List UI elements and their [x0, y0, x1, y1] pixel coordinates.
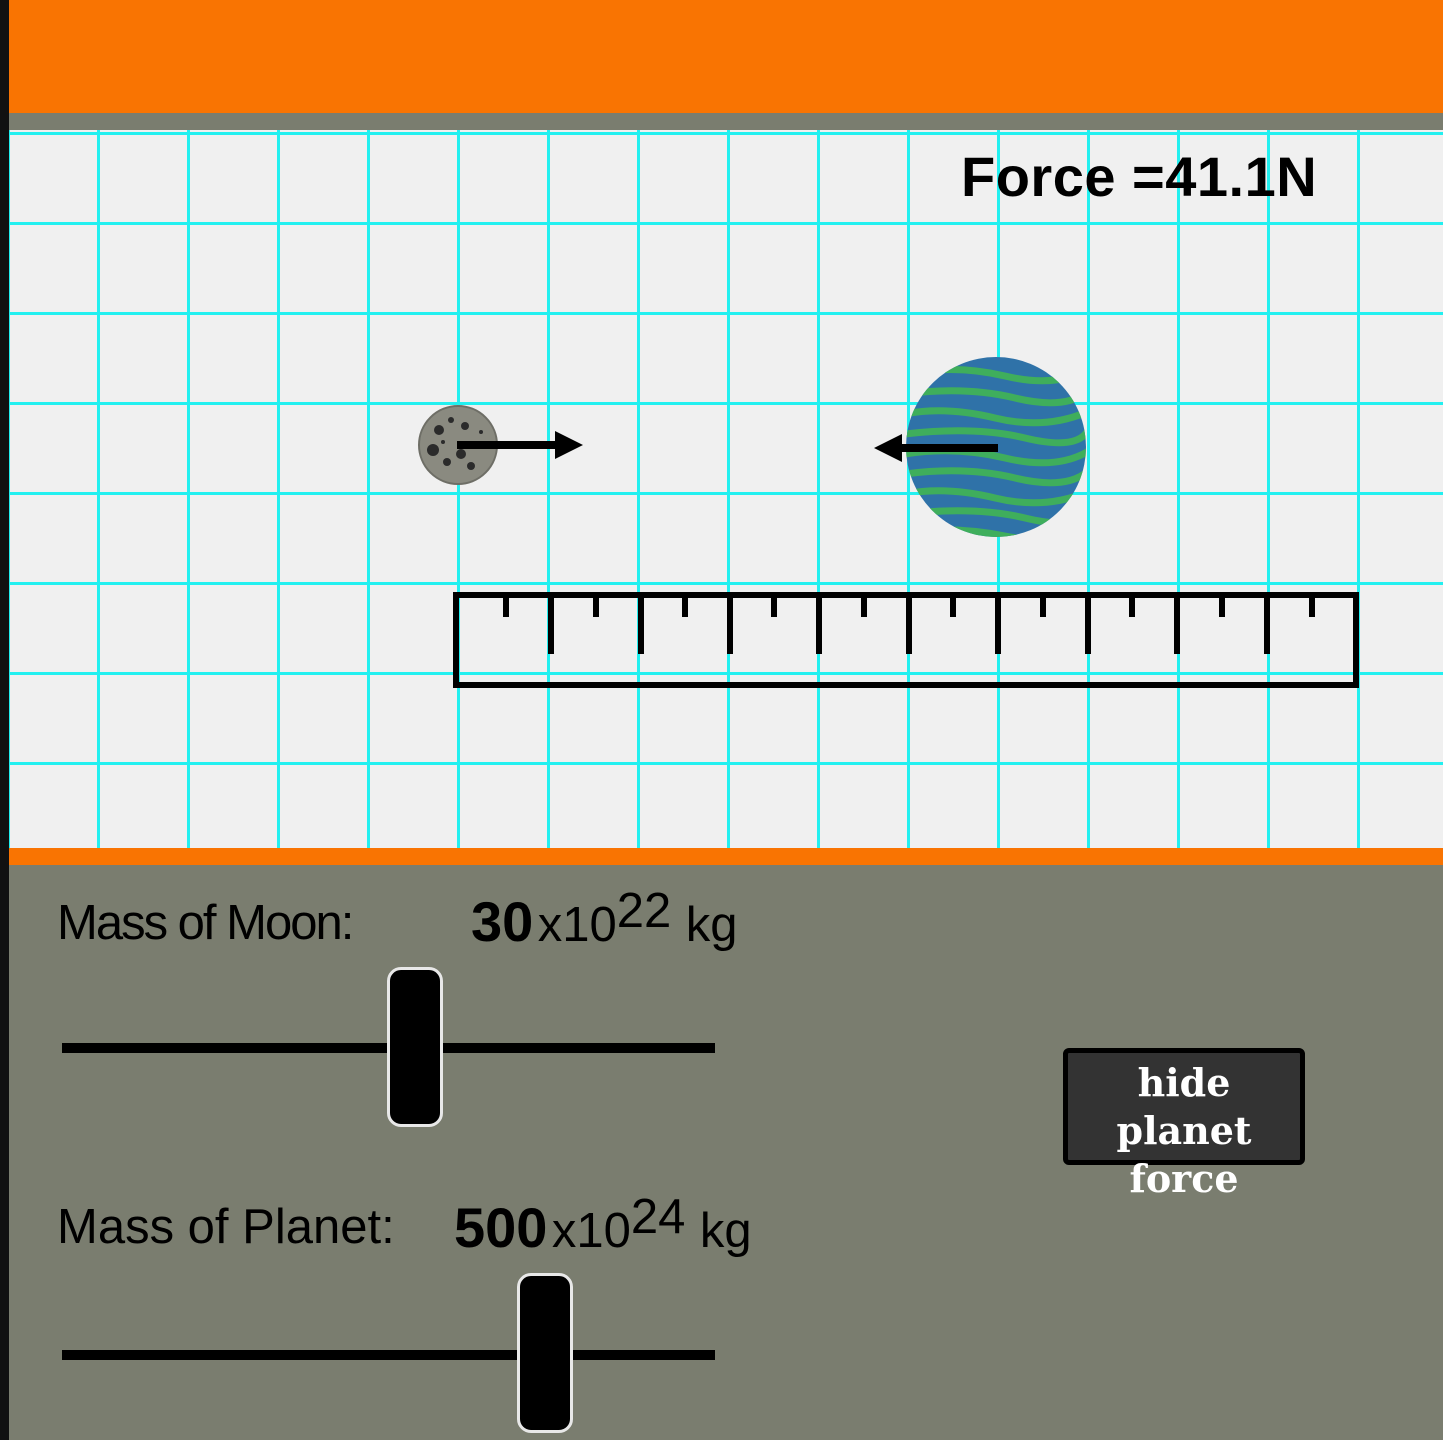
hide-planet-force-line1: hide [1137, 1060, 1231, 1105]
planet-force-arrow [874, 434, 998, 462]
moon-mass-label: Mass of Moon: [57, 896, 354, 950]
moon-mass-value: 30 x1022 kg [471, 884, 738, 954]
force-label: Force = [961, 145, 1166, 208]
panel-divider [9, 848, 1443, 865]
ruler[interactable] [453, 592, 1361, 692]
moon-mass-number: 30 [471, 890, 534, 953]
control-panel: Mass of Moon: 30 x1022 kg Mass of Planet… [9, 865, 1443, 1440]
planet-mass-multiplier: x10 [551, 1204, 631, 1258]
planet-mass-label: Mass of Planet: [57, 1200, 395, 1254]
force-value: 41.1 [1165, 145, 1277, 208]
hide-planet-force-button[interactable]: hide planet force [1063, 1048, 1305, 1201]
simulation-area: Force =41.1N [9, 130, 1443, 848]
moon-force-arrow [457, 431, 583, 459]
hide-planet-force-line2: planet force [1116, 1108, 1252, 1201]
moon-mass-exponent: 22 [616, 884, 672, 938]
planet-mass-slider-track[interactable] [62, 1350, 715, 1360]
force-readout: Force =41.1N [961, 144, 1317, 209]
planet-mass-value: 500 x1024 kg [454, 1190, 752, 1260]
left-edge [0, 0, 9, 1440]
planet-mass-slider-thumb[interactable] [517, 1273, 574, 1433]
top-bar [9, 0, 1443, 113]
planet-mass-number: 500 [454, 1196, 548, 1259]
planet-mass-unit: kg [699, 1204, 752, 1258]
moon-mass-multiplier: x10 [537, 898, 617, 952]
planet-mass-exponent: 24 [630, 1190, 686, 1244]
moon-mass-slider-thumb[interactable] [386, 967, 443, 1127]
force-unit: N [1276, 145, 1318, 208]
moon-mass-unit: kg [685, 898, 738, 952]
top-strip [9, 113, 1443, 130]
